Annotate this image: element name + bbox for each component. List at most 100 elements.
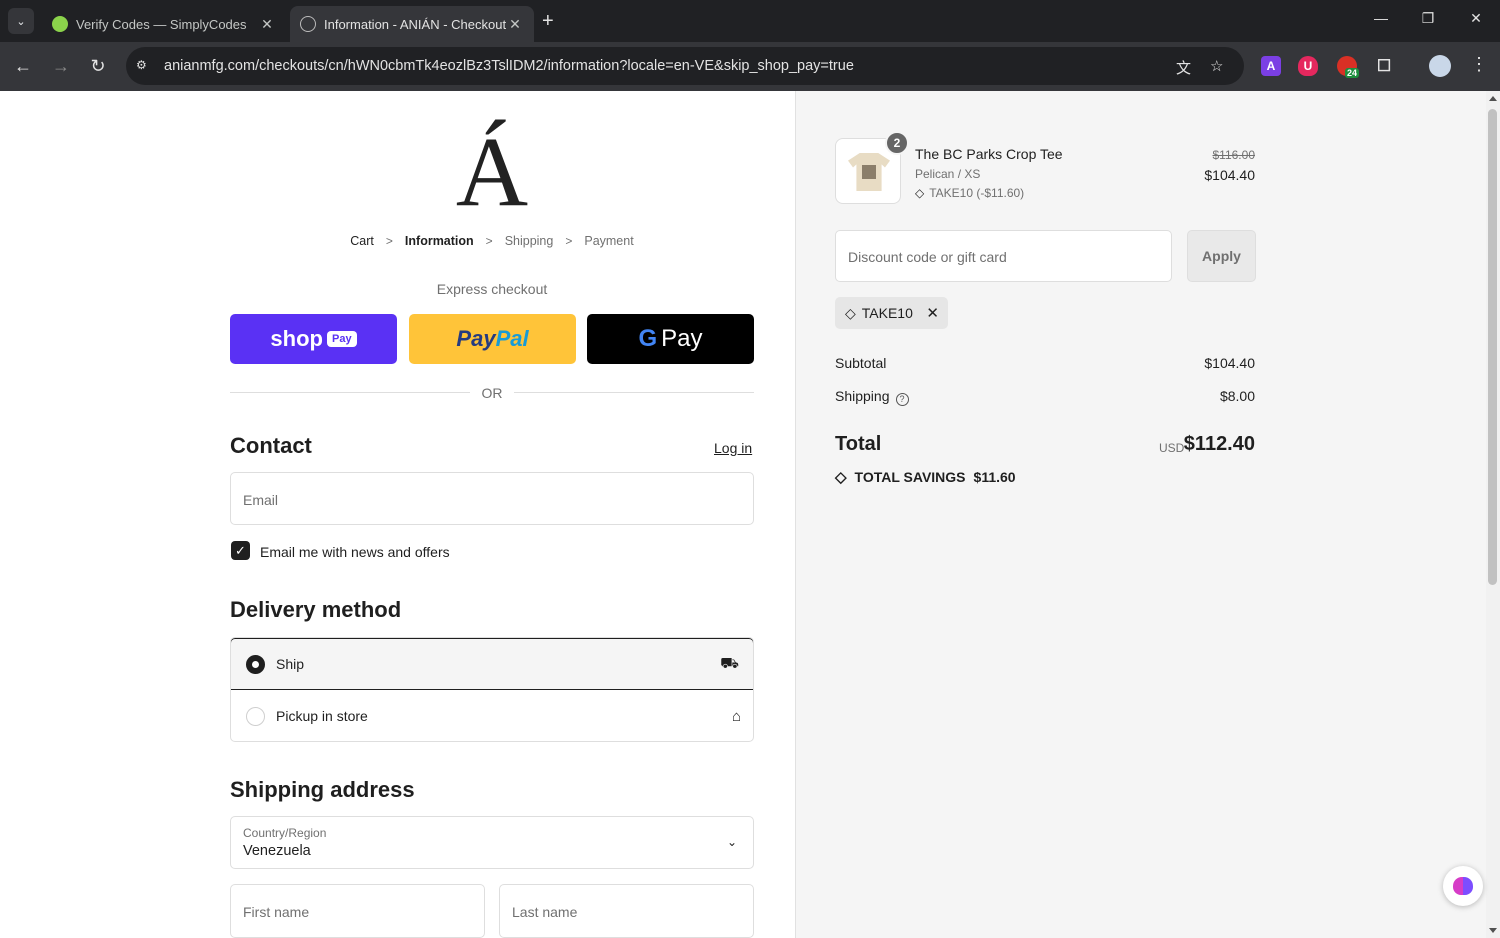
- google-pay-text: Pay: [661, 325, 703, 352]
- order-summary-panel: [795, 91, 1486, 938]
- total-value: $112.40: [1183, 433, 1255, 455]
- contact-heading: Contact: [230, 433, 312, 458]
- product-discount: ◇ TAKE10 (-$11.60): [915, 186, 1024, 200]
- login-link[interactable]: Log in: [714, 440, 752, 456]
- newsletter-label[interactable]: Email me with news and offers: [260, 544, 450, 560]
- paypal-wordmark-pal: Pal: [495, 326, 529, 351]
- delivery-option-label: Ship: [276, 656, 305, 672]
- tab-checkout-active[interactable]: Information - ANIÁN - Checkout ✕: [290, 6, 534, 42]
- tab-simplycodes[interactable]: Verify Codes — SimplyCodes ✕: [42, 6, 286, 42]
- profile-avatar[interactable]: [1429, 55, 1451, 77]
- delivery-option-ship[interactable]: Ship ⛟: [231, 638, 753, 690]
- delivery-option-pickup[interactable]: Pickup in store ⌂: [231, 690, 753, 741]
- tab-search-chevron-icon[interactable]: ⌄: [8, 8, 34, 34]
- scroll-down-arrow-icon[interactable]: [1489, 928, 1497, 933]
- first-name-field[interactable]: First name: [230, 884, 485, 938]
- breadcrumb: Cart > Information > Shipping > Payment: [230, 234, 754, 248]
- breadcrumb-shipping: Shipping: [504, 234, 554, 248]
- extension-a-icon[interactable]: A: [1261, 56, 1281, 76]
- total-currency: USD: [1159, 441, 1185, 455]
- total-label: Total: [835, 433, 882, 455]
- or-divider-label: OR: [470, 385, 514, 401]
- shop-pay-wordmark: shop: [270, 326, 323, 351]
- email-field[interactable]: Email: [230, 472, 754, 525]
- minimize-window-icon[interactable]: —: [1371, 10, 1391, 26]
- shop-pay-pill: Pay: [326, 331, 357, 347]
- translate-icon[interactable]: 文: [1176, 57, 1191, 78]
- site-settings-icon[interactable]: ⚙: [136, 58, 152, 74]
- breadcrumb-cart[interactable]: Cart: [350, 234, 374, 248]
- scroll-up-arrow-icon[interactable]: [1489, 96, 1497, 101]
- product-variant: Pelican / XS: [915, 167, 981, 181]
- remove-discount-icon[interactable]: ✕: [926, 304, 939, 322]
- google-pay-button[interactable]: G Pay: [587, 314, 754, 364]
- restore-window-icon[interactable]: ❐: [1418, 10, 1438, 27]
- product-price: $104.40: [1204, 167, 1255, 183]
- extension-badge: 24: [1345, 68, 1360, 78]
- delivery-option-label: Pickup in store: [276, 708, 368, 724]
- total-savings: ◇ TOTAL SAVINGS $11.60: [835, 468, 1016, 486]
- tab-title: Information - ANIÁN - Checkout: [324, 16, 506, 32]
- shipping-label: Shipping: [835, 388, 890, 404]
- store-logo[interactable]: Á: [452, 122, 532, 222]
- browser-toolbar: ← → ↻ ⚙ anianmfg.com/checkouts/cn/hWN0cb…: [0, 42, 1500, 91]
- address-bar[interactable]: ⚙ anianmfg.com/checkouts/cn/hWN0cbmTk4eo…: [126, 47, 1244, 85]
- scrollbar-thumb[interactable]: [1488, 109, 1497, 585]
- tab-title: Verify Codes — SimplyCodes: [76, 16, 247, 32]
- globe-favicon-icon: [300, 16, 316, 32]
- url-text[interactable]: anianmfg.com/checkouts/cn/hWN0cbmTk4eozl…: [164, 58, 854, 74]
- delivery-options: Ship ⛟ Pickup in store ⌂: [230, 637, 754, 742]
- shipping-row: Shipping?: [835, 388, 909, 406]
- applied-code-text: TAKE10: [861, 305, 913, 321]
- assistant-floating-button[interactable]: [1443, 866, 1483, 906]
- last-name-placeholder: Last name: [512, 904, 578, 920]
- close-window-icon[interactable]: ✕: [1466, 10, 1486, 27]
- paypal-button[interactable]: Pay Pal: [409, 314, 576, 364]
- tshirt-print-graphic: [862, 165, 876, 179]
- savings-label: TOTAL SAVINGS: [854, 469, 966, 485]
- page-scrollbar[interactable]: [1486, 91, 1500, 938]
- express-checkout-label: Express checkout: [436, 281, 548, 297]
- newsletter-checkbox[interactable]: ✓: [231, 541, 250, 560]
- last-name-field[interactable]: Last name: [499, 884, 754, 938]
- ublock-shield-icon[interactable]: U: [1298, 56, 1318, 76]
- browser-menu-icon[interactable]: ⋮: [1470, 54, 1488, 75]
- simplycodes-favicon-icon: [52, 16, 68, 32]
- apply-discount-button[interactable]: Apply: [1187, 230, 1256, 282]
- shipping-address-heading: Shipping address: [230, 777, 415, 802]
- brain-icon: [1453, 877, 1473, 895]
- savings-value: $11.60: [973, 469, 1016, 485]
- product-discount-text: TAKE10 (-$11.60): [929, 186, 1025, 200]
- chevron-right-icon: >: [385, 234, 393, 248]
- back-icon[interactable]: ←: [11, 54, 35, 78]
- quantity-badge: 2: [885, 131, 909, 155]
- chevron-right-icon: >: [565, 234, 573, 248]
- discount-code-input[interactable]: Discount code or gift card: [835, 230, 1172, 282]
- country-select[interactable]: Country/Region Venezuela ⌄: [230, 816, 754, 869]
- shop-pay-button[interactable]: shop Pay: [230, 314, 397, 364]
- new-tab-icon[interactable]: +: [542, 10, 554, 32]
- discount-placeholder: Discount code or gift card: [848, 249, 1007, 265]
- radio-ship[interactable]: [246, 654, 265, 674]
- subtotal-value: $104.40: [1204, 355, 1255, 371]
- google-g-icon: G: [638, 325, 658, 352]
- applied-discount-chip: ◇ TAKE10 ✕: [835, 297, 948, 329]
- extensions-puzzle-icon[interactable]: ☐: [1374, 56, 1394, 76]
- reload-icon[interactable]: ↻: [86, 54, 110, 78]
- shipping-value: $8.00: [1219, 388, 1255, 404]
- bookmark-star-icon[interactable]: ☆: [1210, 57, 1223, 75]
- close-tab-icon[interactable]: ✕: [258, 16, 276, 33]
- radio-pickup[interactable]: [246, 706, 265, 726]
- email-placeholder: Email: [243, 492, 279, 508]
- forward-icon[interactable]: →: [49, 54, 73, 78]
- browser-tab-bar: ⌄ Verify Codes — SimplyCodes ✕ Informati…: [0, 0, 1500, 42]
- tag-icon: ◇: [835, 469, 847, 486]
- tag-icon: ◇: [915, 186, 925, 200]
- help-circle-icon[interactable]: ?: [895, 393, 909, 406]
- chevron-down-icon: ⌄: [726, 835, 737, 849]
- store-icon: ⌂: [731, 707, 741, 725]
- delivery-method-heading: Delivery method: [230, 597, 402, 622]
- country-value: Venezuela: [243, 843, 311, 859]
- country-label: Country/Region: [243, 826, 327, 840]
- close-tab-icon[interactable]: ✕: [506, 16, 524, 33]
